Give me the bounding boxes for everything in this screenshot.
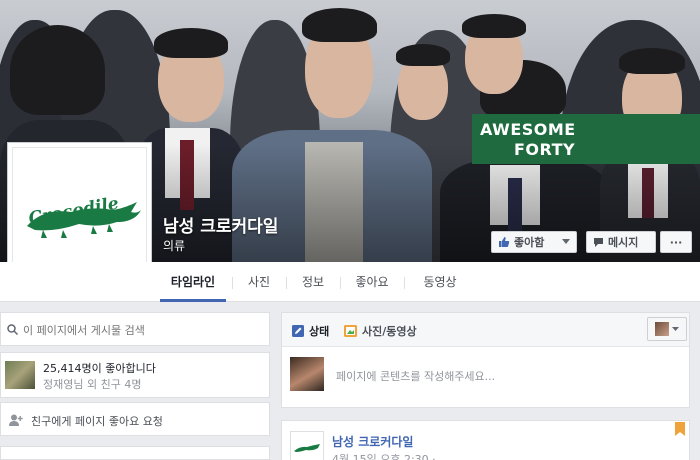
tab-videos[interactable]: 동영상 bbox=[410, 262, 470, 302]
tab-divider bbox=[286, 277, 287, 289]
pencil-icon bbox=[292, 325, 304, 337]
post-composer: 상태 사진/동영상 페이지에 콘텐츠를 작성해주세요... bbox=[281, 312, 690, 408]
post-author[interactable]: 남성 크로커다일 bbox=[332, 433, 413, 450]
page-title[interactable]: 남성 크로커다일 bbox=[163, 212, 278, 237]
bookmark-icon[interactable] bbox=[675, 422, 685, 436]
invite-friends-row[interactable]: 친구에게 페이지 좋아요 요청 bbox=[0, 402, 270, 436]
crocodile-logo-icon bbox=[294, 444, 320, 452]
more-icon: ··· bbox=[669, 235, 683, 249]
chevron-down-icon bbox=[562, 239, 570, 244]
likes-friends[interactable]: 정재영님 외 친구 4명 bbox=[43, 376, 141, 392]
post-timestamp[interactable]: 4월 15일 오후 2:30 · bbox=[332, 451, 436, 460]
tab-about[interactable]: 정보 bbox=[292, 262, 334, 302]
like-button[interactable]: 좋아함 bbox=[491, 231, 577, 253]
status-tab-label: 상태 bbox=[309, 325, 330, 338]
tab-divider bbox=[404, 277, 405, 289]
status-tab[interactable]: 상태 bbox=[292, 323, 329, 339]
message-button-label: 메시지 bbox=[608, 236, 639, 249]
likes-summary[interactable]: 25,414명이 좋아합니다 정재영님 외 친구 4명 bbox=[0, 352, 270, 398]
tab-photos[interactable]: 사진 bbox=[238, 262, 280, 302]
page-tab-bar: 타임라인 사진 정보 좋아요 동영상 bbox=[0, 262, 700, 302]
message-button[interactable]: 메시지 bbox=[586, 231, 656, 253]
photo-video-tab[interactable]: 사진/동영상 bbox=[344, 323, 417, 339]
composer-input[interactable]: 페이지에 콘텐츠를 작성해주세요... bbox=[336, 368, 495, 384]
tab-divider bbox=[232, 277, 233, 289]
add-friend-icon bbox=[9, 414, 23, 426]
post-card: 남성 크로커다일 4월 15일 오후 2:30 · bbox=[281, 420, 690, 460]
post-as-selector[interactable] bbox=[647, 317, 687, 341]
camera-icon bbox=[344, 325, 357, 337]
banner-line-1: AWESOME bbox=[480, 120, 576, 139]
tab-divider bbox=[340, 277, 341, 289]
like-button-label: 좋아함 bbox=[514, 236, 545, 249]
invite-label: 친구에게 페이지 좋아요 요청 bbox=[31, 415, 163, 428]
page-search-input[interactable] bbox=[23, 321, 263, 339]
photo-video-tab-label: 사진/동영상 bbox=[362, 325, 417, 338]
dropdown-icon bbox=[672, 326, 679, 331]
likes-count[interactable]: 25,414명이 좋아합니다 bbox=[43, 360, 156, 376]
more-button[interactable]: ··· bbox=[660, 231, 692, 253]
composer-tabs: 상태 사진/동영상 bbox=[282, 313, 689, 347]
tab-likes[interactable]: 좋아요 bbox=[346, 262, 398, 302]
post-author-avatar[interactable] bbox=[290, 431, 324, 460]
message-icon bbox=[594, 237, 603, 247]
banner-line-2: FORTY bbox=[514, 140, 576, 159]
friend-avatar[interactable] bbox=[5, 361, 35, 389]
tab-timeline[interactable]: 타임라인 bbox=[160, 262, 226, 302]
avatar-icon bbox=[655, 322, 669, 336]
cover-banner: AWESOME FORTY bbox=[472, 114, 700, 164]
page-search-box bbox=[0, 312, 270, 346]
page-category[interactable]: 의류 bbox=[163, 237, 185, 254]
search-icon bbox=[7, 324, 18, 335]
thumbs-up-icon bbox=[499, 237, 510, 247]
user-avatar[interactable] bbox=[290, 357, 324, 391]
sidebar-next-card bbox=[0, 446, 270, 460]
